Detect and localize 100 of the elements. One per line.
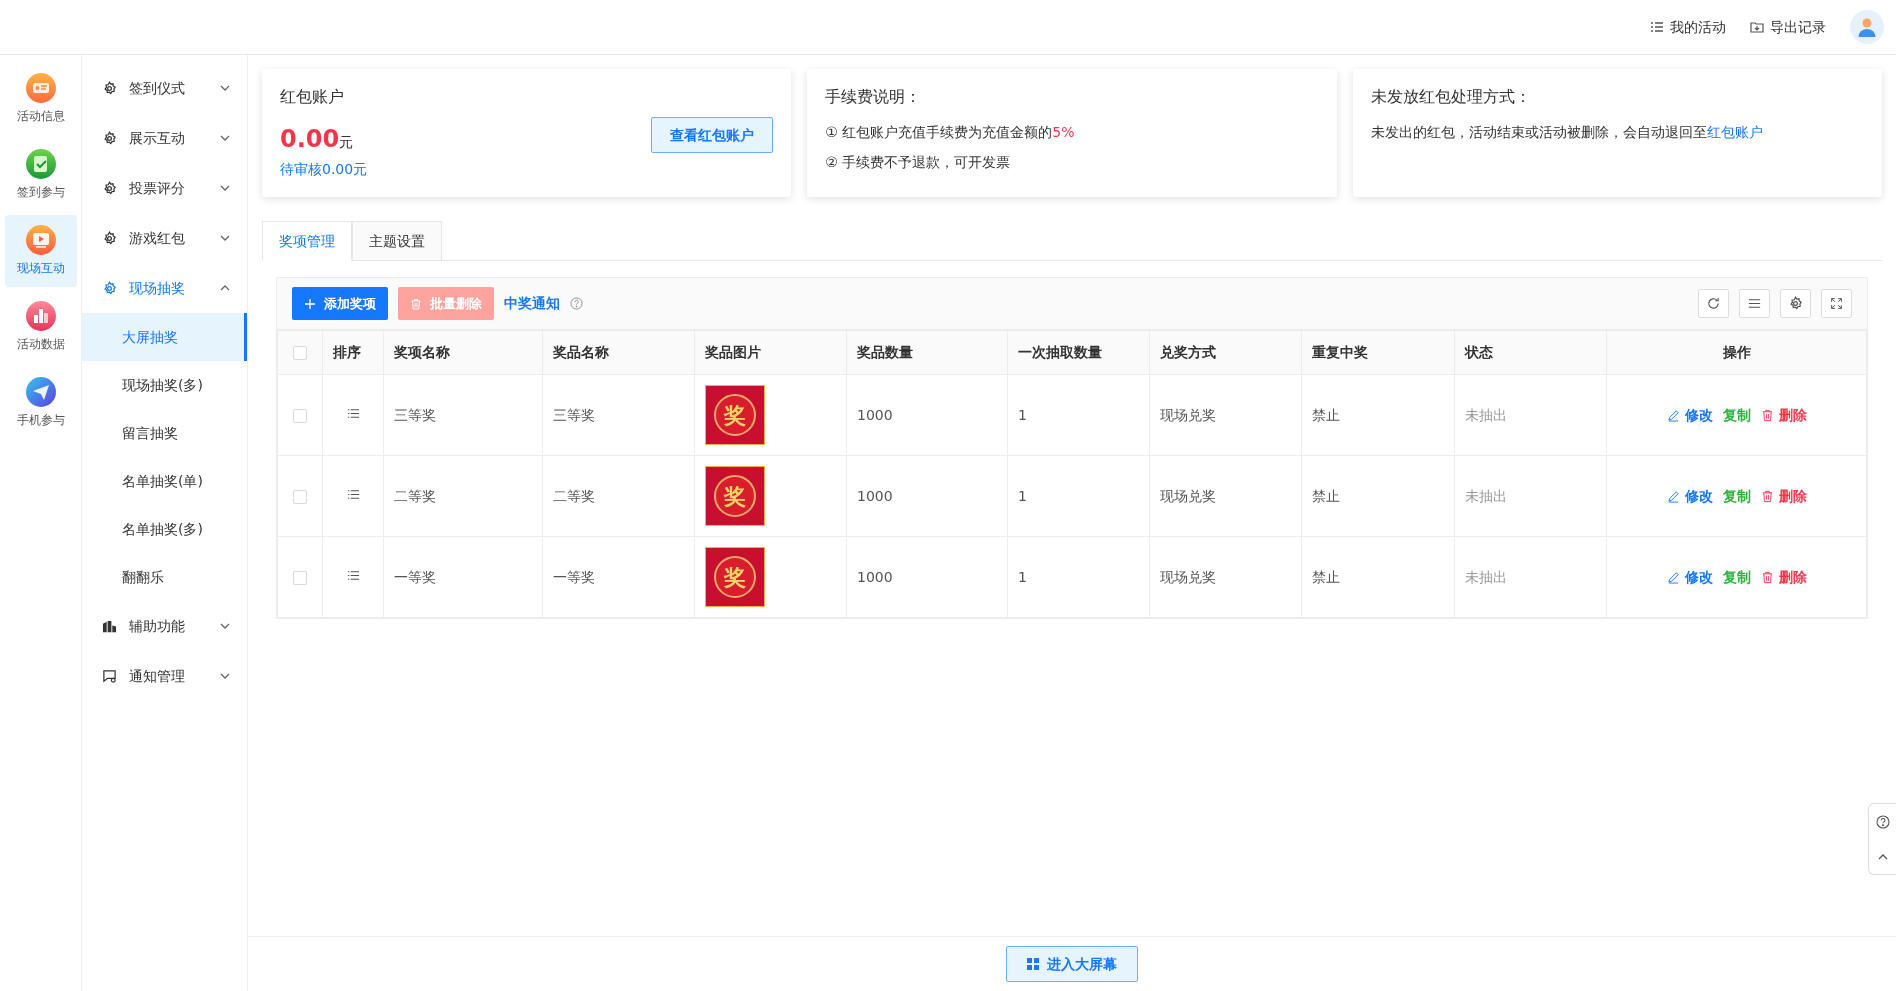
- menu-group[interactable]: 展示互动: [82, 113, 247, 163]
- column-header: 奖品图片: [705, 344, 761, 360]
- menu-icon[interactable]: [1739, 289, 1770, 318]
- pencil-icon: [1666, 408, 1680, 422]
- table-cell: 禁止: [1312, 487, 1340, 504]
- table-cell: 1000: [857, 568, 893, 585]
- delete-link[interactable]: 删除: [1760, 566, 1807, 588]
- menu-item[interactable]: 名单抽奖(单): [82, 457, 247, 505]
- clipboard-check-icon: [25, 149, 56, 179]
- card-icon: [25, 73, 56, 103]
- copy-link[interactable]: 复制: [1722, 485, 1751, 507]
- add-prize-button[interactable]: 添加奖项: [292, 287, 388, 320]
- card-title: 手续费说明：: [825, 86, 923, 108]
- currency-unit: 元: [339, 133, 354, 152]
- header-link[interactable]: 我的活动: [1650, 16, 1726, 38]
- view-account-button[interactable]: 查看红包账户: [651, 117, 774, 153]
- refresh-icon[interactable]: [1698, 289, 1729, 318]
- play-screen-icon: [25, 225, 56, 255]
- prize-image: 奖: [705, 547, 765, 607]
- enter-big-screen-button[interactable]: 进入大屏幕: [1006, 946, 1138, 982]
- table-cell: 禁止: [1312, 406, 1340, 423]
- edit-link[interactable]: 修改: [1666, 404, 1713, 426]
- pending-amount: 待审核0.00元: [280, 160, 368, 179]
- rail-item[interactable]: 现场互动: [4, 215, 77, 287]
- avatar-icon[interactable]: [1850, 10, 1884, 44]
- column-header: 奖品数量: [857, 344, 913, 360]
- copy-link[interactable]: 复制: [1722, 566, 1751, 588]
- refund-note: 未发出的红包，活动结束或活动被删除，会自动退回至红包账户: [1370, 123, 1764, 142]
- balance-amount: 0.00: [280, 124, 340, 155]
- delete-link[interactable]: 删除: [1760, 485, 1807, 507]
- table-cell: 禁止: [1312, 568, 1340, 585]
- menu-group[interactable]: 签到仪式: [82, 63, 247, 113]
- rail-item[interactable]: 活动数据: [4, 291, 77, 363]
- column-header: 一次抽取数量: [1018, 344, 1102, 360]
- table-cell: 现场兑奖: [1160, 487, 1216, 504]
- column-header: 操作: [1722, 344, 1751, 360]
- checkbox[interactable]: [293, 346, 307, 360]
- table-cell: 现场兑奖: [1160, 406, 1216, 423]
- menu-item[interactable]: 大屏抽奖: [82, 313, 247, 361]
- column-header: 重复中奖: [1312, 344, 1368, 360]
- column-header: 奖品名称: [553, 344, 609, 360]
- trash-icon: [1760, 408, 1774, 422]
- table-cell: 未抽出: [1465, 487, 1507, 504]
- fee-note: ② 手续费不予退款，可开发票: [825, 153, 1012, 172]
- checkbox[interactable]: [293, 408, 307, 423]
- delete-link[interactable]: 删除: [1760, 404, 1807, 426]
- gear-icon: [102, 280, 117, 296]
- grid-icon: [1027, 958, 1039, 970]
- menu-group[interactable]: 现场抽奖: [82, 263, 247, 313]
- paper-plane-icon: [25, 377, 56, 407]
- edit-link[interactable]: 修改: [1666, 485, 1713, 507]
- fullscreen-icon[interactable]: [1821, 289, 1852, 318]
- table-cell: 1: [1018, 406, 1027, 423]
- table-cell: 三等奖: [553, 406, 595, 423]
- table-cell: 1000: [857, 487, 893, 504]
- column-header: 排序: [333, 344, 361, 360]
- table-cell: 一等奖: [553, 568, 595, 585]
- table-cell: 未抽出: [1465, 406, 1507, 423]
- plus-icon: [304, 297, 316, 310]
- pencil-icon: [1666, 489, 1680, 503]
- menu-group[interactable]: 投票评分: [82, 163, 247, 213]
- card-title: 红包账户: [280, 86, 345, 108]
- help-icon[interactable]: [1875, 815, 1890, 829]
- checkbox[interactable]: [293, 570, 307, 585]
- tab[interactable]: 奖项管理: [262, 221, 352, 261]
- gear-icon: [102, 230, 117, 246]
- tab[interactable]: 主题设置: [352, 221, 442, 261]
- menu-item[interactable]: 名单抽奖(多): [82, 505, 247, 553]
- copy-link[interactable]: 复制: [1722, 404, 1751, 426]
- table-cell: 1: [1018, 487, 1027, 504]
- drag-handle-icon[interactable]: [346, 487, 360, 501]
- table-cell: 1000: [857, 406, 893, 423]
- rail-item[interactable]: 手机参与: [4, 367, 77, 439]
- menu-group[interactable]: 游戏红包: [82, 213, 247, 263]
- checkbox[interactable]: [293, 489, 307, 504]
- table-cell: 一等奖: [394, 568, 436, 585]
- notice-link[interactable]: 中奖通知: [504, 293, 560, 314]
- rail-item[interactable]: 活动信息: [4, 63, 77, 135]
- bar-chart-icon: [25, 301, 56, 331]
- menu-item[interactable]: 留言抽奖: [82, 409, 247, 457]
- account-link[interactable]: 红包账户: [1706, 124, 1763, 140]
- settings-icon[interactable]: [1780, 289, 1811, 318]
- edit-link[interactable]: 修改: [1666, 566, 1713, 588]
- gear-icon: [102, 180, 117, 196]
- building-icon: [102, 618, 117, 634]
- drag-handle-icon[interactable]: [346, 568, 360, 582]
- table-cell: 1: [1018, 568, 1027, 585]
- menu-group[interactable]: 通知管理: [82, 651, 247, 701]
- trash-icon: [1760, 489, 1774, 503]
- trash-icon: [410, 297, 422, 310]
- gear-icon: [102, 130, 117, 146]
- menu-item[interactable]: 现场抽奖(多): [82, 361, 247, 409]
- menu-group[interactable]: 辅助功能: [82, 601, 247, 651]
- prize-image: 奖: [705, 466, 765, 526]
- rail-item[interactable]: 签到参与: [4, 139, 77, 211]
- header-link[interactable]: 导出记录: [1750, 16, 1826, 38]
- fee-note: ① 红包账户充值手续费为充值金额的5%: [825, 123, 1076, 142]
- drag-handle-icon[interactable]: [346, 406, 360, 420]
- menu-item[interactable]: 翻翻乐: [82, 553, 247, 601]
- column-header: 奖项名称: [394, 344, 450, 360]
